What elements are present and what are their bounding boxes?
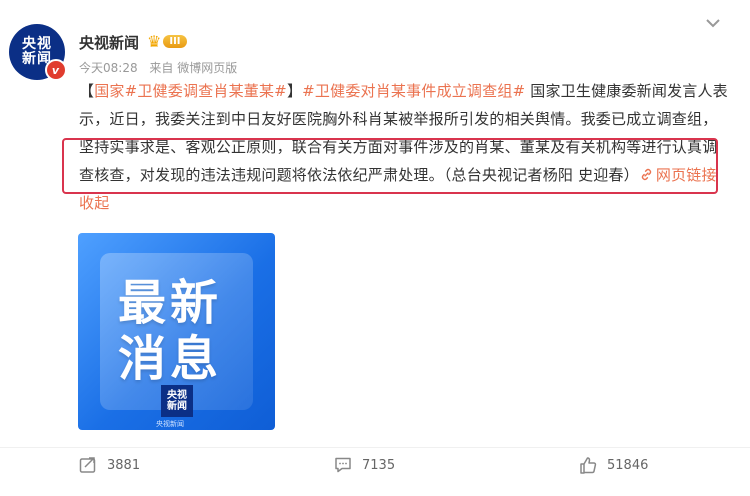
collapse-button[interactable]: 收起: [79, 194, 109, 212]
thumbs-up-icon: [580, 457, 597, 474]
post-image[interactable]: 最新 消息 央视 新闻 央视新闻: [78, 233, 275, 430]
like-button[interactable]: 51846: [578, 455, 648, 475]
post-source: 来自 微博网页版: [149, 61, 238, 75]
image-headline-line1: 最新: [118, 275, 223, 331]
comment-icon: [335, 457, 351, 473]
divider: [0, 447, 750, 448]
avatar[interactable]: 央视 新闻 v: [9, 24, 67, 81]
logo-text-top: 央视: [167, 390, 187, 401]
image-headline: 最新 消息: [118, 275, 222, 387]
avatar-text-top: 央视: [22, 36, 52, 52]
chevron-down-icon[interactable]: [702, 12, 724, 34]
like-count: 51846: [607, 457, 649, 473]
crown-icon: ♛: [147, 31, 162, 51]
comment-count: 7135: [362, 457, 396, 473]
image-headline-line2: 消息: [118, 331, 223, 387]
repost-count: 3881: [107, 457, 141, 473]
topic-tag-1[interactable]: 国家#卫健委调查肖某董某#: [94, 82, 287, 100]
post-meta: 今天08:28 来自 微博网页版: [79, 59, 245, 76]
comment-button[interactable]: 7135: [333, 455, 395, 475]
repost-button[interactable]: 3881: [78, 455, 140, 475]
logo-text-bottom: 新闻: [167, 401, 187, 412]
post-time[interactable]: 今天08:28: [79, 61, 138, 75]
repost-icon: [79, 457, 96, 473]
verified-icon: v: [45, 59, 67, 81]
topic-tag-2[interactable]: #卫健委对肖某事件成立调查组#: [302, 82, 525, 100]
cctv-news-logo: 央视 新闻: [161, 385, 193, 417]
bracket-open: 【: [79, 82, 95, 100]
level-badge[interactable]: ♛ III: [147, 31, 195, 51]
image-caption: 央视新闻: [156, 420, 184, 428]
author-name[interactable]: 央视新闻: [79, 32, 139, 53]
level-label: III: [163, 34, 187, 48]
bracket-close: 】: [286, 82, 303, 100]
highlight-box: [62, 138, 718, 194]
